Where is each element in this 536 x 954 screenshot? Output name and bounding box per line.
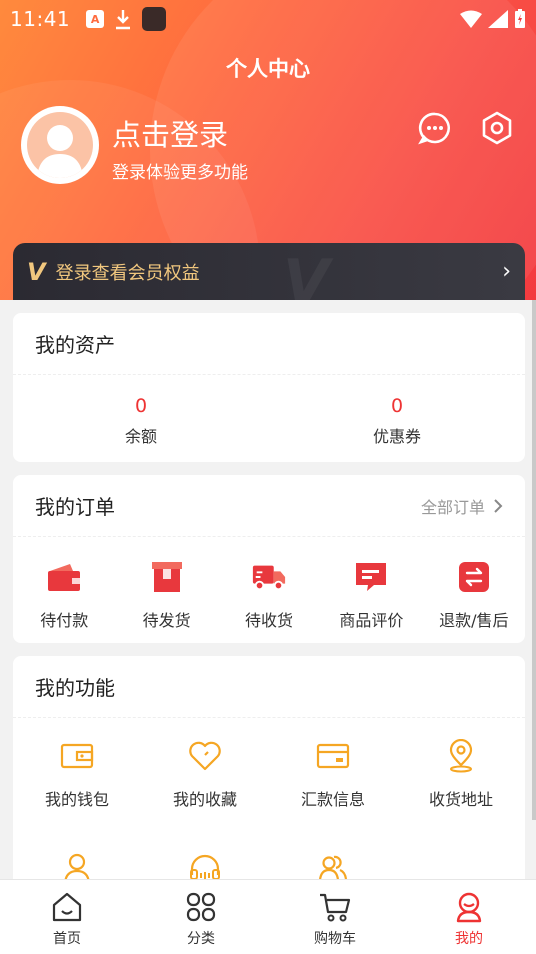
order-pending-shipment[interactable]: 待发货 bbox=[115, 559, 217, 631]
tab-cart[interactable]: 购物车 bbox=[268, 880, 402, 954]
notification-a-icon: A bbox=[86, 10, 105, 28]
orders-title: 我的订单 bbox=[35, 495, 115, 519]
download-icon bbox=[116, 10, 131, 30]
chevron-right-icon bbox=[494, 498, 503, 513]
balance-value: 0 bbox=[134, 395, 148, 417]
battery-icon bbox=[515, 9, 525, 28]
grid-icon bbox=[186, 892, 216, 922]
chat-dots-icon[interactable] bbox=[418, 111, 452, 145]
status-bar: 11:41 A bbox=[0, 0, 536, 38]
coupon-item[interactable]: 0 优惠券 bbox=[269, 375, 525, 447]
assets-card: 我的资产 0 余额 0 优惠券 bbox=[13, 313, 525, 462]
profile-icon bbox=[456, 892, 482, 923]
vip-banner[interactable]: V 登录查看会员权益 V › bbox=[13, 243, 525, 317]
wifi-icon bbox=[460, 10, 482, 28]
cart-icon bbox=[320, 893, 351, 922]
coupon-value: 0 bbox=[390, 395, 404, 417]
package-icon bbox=[151, 562, 182, 592]
avatar[interactable] bbox=[21, 106, 99, 184]
balance-item[interactable]: 0 余额 bbox=[13, 375, 269, 447]
location-icon bbox=[449, 739, 473, 773]
app-notification-icon bbox=[142, 7, 167, 31]
function-favorites[interactable]: 我的收藏 bbox=[141, 738, 269, 850]
tab-profile[interactable]: 我的 bbox=[402, 880, 536, 954]
vip-banner-text: 登录查看会员权益 bbox=[55, 262, 200, 284]
functions-title: 我的功能 bbox=[35, 676, 115, 700]
all-orders-link[interactable]: 全部订单 bbox=[421, 494, 503, 518]
login-link[interactable]: 点击登录 bbox=[112, 112, 228, 154]
vip-watermark: V bbox=[283, 247, 330, 317]
truck-icon bbox=[252, 565, 286, 591]
hex-settings-icon[interactable] bbox=[480, 111, 514, 145]
orders-card: 我的订单 全部订单 待付款 待发货 待收货 商品评价 退款/售后 bbox=[13, 475, 525, 643]
wallet-outline-icon bbox=[60, 743, 94, 769]
coupon-label: 优惠券 bbox=[372, 427, 421, 446]
vip-logo-icon: V bbox=[27, 257, 46, 286]
login-subtitle: 登录体验更多功能 bbox=[112, 163, 248, 183]
bottom-tab-bar: 首页 分类 购物车 我的 bbox=[0, 879, 536, 954]
status-time: 11:41 bbox=[10, 7, 71, 31]
scrollbar[interactable] bbox=[532, 300, 536, 820]
card-icon bbox=[316, 743, 350, 769]
balance-label: 余额 bbox=[124, 427, 157, 446]
default-avatar-icon bbox=[37, 125, 83, 178]
heart-icon bbox=[189, 741, 221, 771]
home-icon bbox=[52, 892, 82, 922]
wallet-icon bbox=[48, 564, 81, 591]
page-title: 个人中心 bbox=[226, 57, 310, 81]
function-remittance[interactable]: 汇款信息 bbox=[269, 738, 397, 850]
function-address[interactable]: 收货地址 bbox=[397, 738, 525, 850]
functions-card: 我的功能 我的钱包 我的收藏 汇款信息 收货地址 bbox=[13, 656, 525, 886]
order-pending-receipt[interactable]: 待收货 bbox=[218, 559, 320, 631]
order-review[interactable]: 商品评价 bbox=[320, 559, 422, 631]
refund-icon bbox=[458, 562, 489, 592]
order-pending-payment[interactable]: 待付款 bbox=[13, 559, 115, 631]
comment-icon bbox=[356, 563, 387, 591]
chevron-right-icon: › bbox=[502, 259, 511, 284]
signal-icon bbox=[488, 10, 508, 28]
assets-title: 我的资产 bbox=[13, 313, 525, 375]
function-wallet[interactable]: 我的钱包 bbox=[13, 738, 141, 850]
tab-category[interactable]: 分类 bbox=[134, 880, 268, 954]
order-refund[interactable]: 退款/售后 bbox=[423, 559, 525, 631]
tab-home[interactable]: 首页 bbox=[0, 880, 134, 954]
